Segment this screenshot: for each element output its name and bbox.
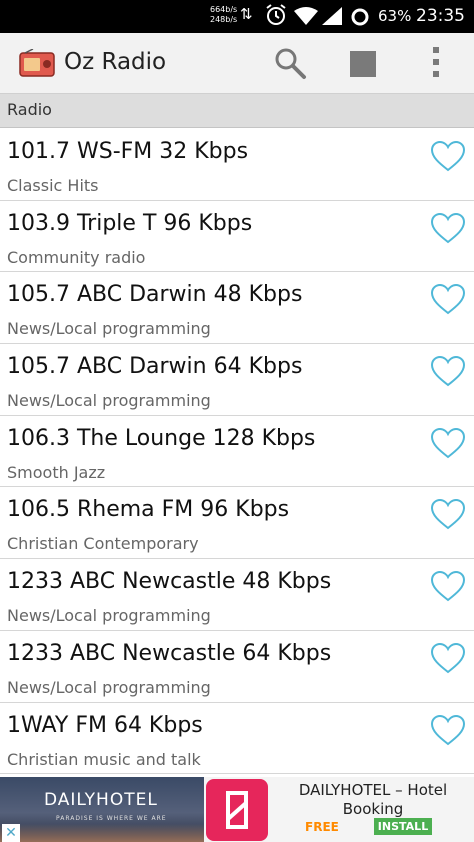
- alarm-icon: [266, 4, 286, 25]
- station-name: 101.7 WS-FM 32 Kbps: [7, 139, 249, 164]
- network-speed: 664b/s 248b/s: [210, 5, 237, 25]
- clock: 23:35: [416, 6, 465, 26]
- ad-tagline: PARADISE IS WHERE WE ARE: [56, 815, 167, 822]
- list-item[interactable]: 105.7 ABC Darwin 48 Kbps News/Local prog…: [0, 272, 474, 345]
- station-name: 105.7 ABC Darwin 64 Kbps: [7, 354, 303, 380]
- station-name: 1233 ABC Newcastle 48 Kbps: [7, 569, 332, 595]
- heart-icon[interactable]: [429, 497, 467, 531]
- heart-icon[interactable]: [429, 282, 467, 316]
- station-name: 1WAY FM 64 Kbps: [7, 712, 203, 738]
- heart-icon[interactable]: [429, 211, 467, 245]
- station-name: 106.3 The Lounge 128 Kbps: [7, 425, 316, 451]
- radio-app-icon: [19, 49, 55, 77]
- battery-ring-icon: [351, 8, 369, 26]
- station-name: 1233 ABC Newcastle 64 Kbps: [7, 640, 332, 666]
- overflow-menu-icon[interactable]: [428, 47, 444, 81]
- list-item[interactable]: 1233 ABC Newcastle 64 Kbps News/Local pr…: [0, 630, 474, 703]
- list-item[interactable]: 106.5 Rhema FM 96 Kbps Christian Contemp…: [0, 487, 474, 560]
- heart-icon[interactable]: [429, 139, 467, 173]
- ad-image[interactable]: DAILYHOTEL PARADISE IS WHERE WE ARE: [0, 777, 204, 842]
- station-list[interactable]: 101.7 WS-FM 32 Kbps Classic Hits 103.9 T…: [0, 129, 474, 777]
- battery-percent: 63%: [378, 7, 412, 25]
- list-item[interactable]: 101.7 WS-FM 32 Kbps Classic Hits: [0, 129, 474, 201]
- station-genre: Christian music and talk: [7, 749, 201, 769]
- station-genre: Classic Hits: [7, 176, 99, 195]
- list-item[interactable]: 105.7 ABC Darwin 64 Kbps News/Local prog…: [0, 344, 474, 416]
- list-item[interactable]: 106.3 The Lounge 128 Kbps Smooth Jazz: [0, 415, 474, 488]
- station-genre: News/Local programming: [7, 391, 211, 411]
- heart-icon[interactable]: [429, 641, 467, 675]
- heart-icon[interactable]: [429, 569, 467, 603]
- app-title: Oz Radio: [64, 49, 167, 75]
- search-icon[interactable]: [273, 46, 307, 80]
- wifi-icon: [294, 7, 318, 25]
- heart-icon[interactable]: [429, 354, 467, 388]
- list-item[interactable]: 1WAY FM 64 Kbps Christian music and talk: [0, 702, 474, 775]
- station-name: 105.7 ABC Darwin 48 Kbps: [7, 282, 303, 308]
- action-bar: Oz Radio: [0, 33, 474, 94]
- list-item[interactable]: 1233 ABC Newcastle 48 Kbps News/Local pr…: [0, 559, 474, 631]
- network-speed-down: 248b/s: [210, 15, 238, 24]
- station-name: 103.9 Triple T 96 Kbps: [7, 210, 253, 236]
- station-name: 106.5 Rhema FM 96 Kbps: [7, 497, 290, 523]
- close-icon[interactable]: ✕: [2, 824, 20, 842]
- station-genre: News/Local programming: [7, 319, 211, 339]
- status-bar: 664b/s 248b/s ⇅ 63% 23:35: [0, 0, 474, 33]
- signal-icon: [322, 7, 342, 25]
- list-item[interactable]: 103.9 Triple T 96 Kbps Community radio: [0, 200, 474, 273]
- ad-banner[interactable]: DAILYHOTEL PARADISE IS WHERE WE ARE ✕ DA…: [0, 777, 474, 842]
- data-transfer-icon: ⇅: [240, 5, 253, 23]
- stop-icon[interactable]: [350, 51, 376, 77]
- install-button[interactable]: INSTALL: [374, 818, 432, 835]
- heart-icon[interactable]: [429, 713, 467, 747]
- station-genre: Community radio: [7, 247, 146, 267]
- ad-brand: DAILYHOTEL: [44, 790, 158, 810]
- ad-price: FREE: [305, 820, 339, 834]
- network-speed-up: 664b/s: [210, 5, 238, 14]
- ad-title: DAILYHOTEL – Hotel Booking: [298, 781, 448, 818]
- station-genre: Christian Contemporary: [7, 534, 199, 554]
- section-header: Radio: [0, 94, 474, 128]
- station-genre: News/Local programming: [7, 677, 211, 697]
- station-genre: Smooth Jazz: [7, 462, 106, 482]
- section-header-label: Radio: [7, 100, 52, 119]
- station-genre: News/Local programming: [7, 606, 211, 626]
- dailyhotel-logo-icon: [226, 791, 248, 829]
- ad-app-logo[interactable]: [206, 779, 268, 841]
- heart-icon[interactable]: [429, 426, 467, 460]
